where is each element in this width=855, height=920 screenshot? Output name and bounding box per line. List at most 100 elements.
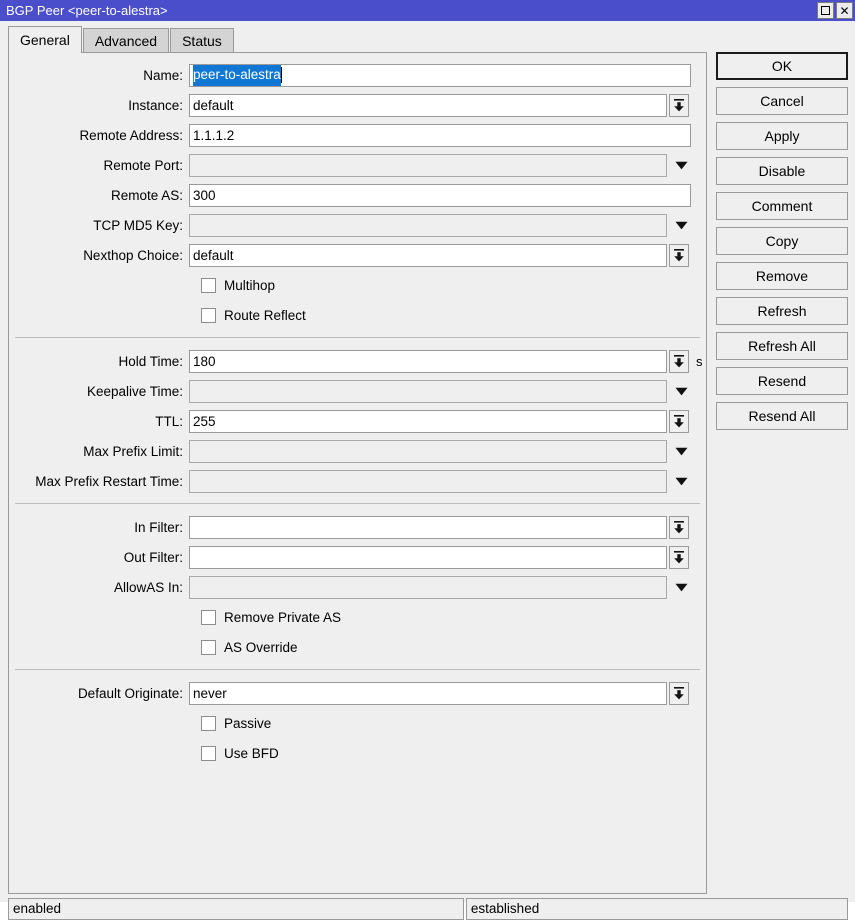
spinner-icon-out-filter[interactable]: [669, 546, 689, 569]
input-ttl[interactable]: 255: [189, 410, 667, 433]
checkbox-remove-private-as[interactable]: [201, 610, 216, 625]
window-titlebar: BGP Peer <peer-to-alestra> ✕: [0, 0, 855, 21]
field-row-name: Name: peer-to-alestra: [9, 62, 706, 88]
field-row-max-prefix-limit: Max Prefix Limit:: [9, 438, 706, 464]
label-ttl: TTL:: [9, 414, 189, 429]
checkbox-as-override[interactable]: [201, 640, 216, 655]
checkbox-row-as-override[interactable]: AS Override: [9, 634, 706, 660]
spinner-icon-nexthop-choice[interactable]: [669, 244, 689, 267]
resend-button[interactable]: Resend: [716, 367, 848, 395]
spinner-icon-instance[interactable]: [669, 94, 689, 117]
input-allowas-in: [189, 576, 667, 599]
resend-all-button[interactable]: Resend All: [716, 402, 848, 430]
unit-label-hold-time: s: [696, 354, 703, 369]
label-name: Name:: [9, 68, 189, 83]
remove-button[interactable]: Remove: [716, 262, 848, 290]
status-session-state: established: [466, 898, 848, 920]
input-in-filter[interactable]: [189, 516, 667, 539]
checkbox-label-use-bfd: Use BFD: [224, 746, 279, 761]
checkbox-label-route-reflect: Route Reflect: [224, 308, 306, 323]
chevron-down-icon-max-prefix-restart-time[interactable]: [669, 470, 693, 493]
chevron-down-icon-max-prefix-limit[interactable]: [669, 440, 693, 463]
field-row-remote-as: Remote AS:300: [9, 182, 706, 208]
spinner-icon-hold-time[interactable]: [669, 350, 689, 373]
label-remote-as: Remote AS:: [9, 188, 189, 203]
input-out-filter[interactable]: [189, 546, 667, 569]
label-remote-address: Remote Address:: [9, 128, 189, 143]
input-remote-as[interactable]: 300: [189, 184, 691, 207]
tab-general[interactable]: General: [8, 26, 82, 53]
chevron-down-icon-tcp-md5-key[interactable]: [669, 214, 693, 237]
input-default-originate[interactable]: never: [189, 682, 667, 705]
apply-button[interactable]: Apply: [716, 122, 848, 150]
input-max-prefix-limit: [189, 440, 667, 463]
checkbox-multihop[interactable]: [201, 278, 216, 293]
comment-button[interactable]: Comment: [716, 192, 848, 220]
checkbox-row-multihop[interactable]: Multihop: [9, 272, 706, 298]
window-controls: ✕: [817, 2, 853, 19]
section-separator: [15, 337, 700, 338]
tab-status[interactable]: Status: [170, 28, 234, 53]
label-tcp-md5-key: TCP MD5 Key:: [9, 218, 189, 233]
checkbox-row-passive[interactable]: Passive: [9, 710, 706, 736]
field-row-default-originate: Default Originate: never: [9, 680, 706, 706]
tab-advanced[interactable]: Advanced: [83, 28, 169, 53]
chevron-down-icon-allowas-in[interactable]: [669, 576, 693, 599]
label-max-prefix-limit: Max Prefix Limit:: [9, 444, 189, 459]
input-value-instance: default: [193, 95, 234, 116]
tab-bar: GeneralAdvancedStatus: [8, 26, 235, 53]
input-value-default-originate: never: [193, 683, 227, 704]
label-allowas-in: AllowAS In:: [9, 580, 189, 595]
chevron-down-icon-remote-port[interactable]: [669, 154, 693, 177]
checkbox-row-use-bfd[interactable]: Use BFD: [9, 740, 706, 766]
general-tab-panel: Name: peer-to-alestra Instance:default Remo…: [8, 52, 707, 894]
status-enabled-state: enabled: [8, 898, 464, 920]
chevron-down-icon-keepalive-time[interactable]: [669, 380, 693, 403]
checkbox-row-route-reflect[interactable]: Route Reflect: [9, 302, 706, 328]
label-default-originate: Default Originate:: [9, 686, 189, 701]
spinner-icon-ttl[interactable]: [669, 410, 689, 433]
disable-button[interactable]: Disable: [716, 157, 848, 185]
label-remote-port: Remote Port:: [9, 158, 189, 173]
ok-button[interactable]: OK: [716, 52, 848, 80]
field-row-remote-address: Remote Address:1.1.1.2: [9, 122, 706, 148]
input-instance[interactable]: default: [189, 94, 667, 117]
input-nexthop-choice[interactable]: default: [189, 244, 667, 267]
cancel-button[interactable]: Cancel: [716, 87, 848, 115]
checkbox-route-reflect[interactable]: [201, 308, 216, 323]
checkbox-row-remove-private-as[interactable]: Remove Private AS: [9, 604, 706, 630]
field-row-instance: Instance:default: [9, 92, 706, 118]
field-row-ttl: TTL: 255: [9, 408, 706, 434]
status-bar: enabled established: [8, 898, 848, 920]
field-row-max-prefix-restart-time: Max Prefix Restart Time:: [9, 468, 706, 494]
field-row-hold-time: Hold Time:180s: [9, 348, 706, 374]
input-keepalive-time: [189, 380, 667, 403]
input-hold-time[interactable]: 180: [189, 350, 667, 373]
checkbox-use-bfd[interactable]: [201, 746, 216, 761]
field-row-remote-port: Remote Port:: [9, 152, 706, 178]
checkbox-label-passive: Passive: [224, 716, 271, 731]
close-icon[interactable]: ✕: [836, 2, 853, 19]
field-row-allowas-in: AllowAS In:: [9, 574, 706, 600]
checkbox-label-multihop: Multihop: [224, 278, 275, 293]
spinner-icon-default-originate[interactable]: [669, 682, 689, 705]
label-keepalive-time: Keepalive Time:: [9, 384, 189, 399]
spinner-icon-in-filter[interactable]: [669, 516, 689, 539]
field-row-tcp-md5-key: TCP MD5 Key:: [9, 212, 706, 238]
copy-button[interactable]: Copy: [716, 227, 848, 255]
label-in-filter: In Filter:: [9, 520, 189, 535]
window-title: BGP Peer <peer-to-alestra>: [6, 0, 168, 21]
input-value-ttl: 255: [193, 411, 216, 432]
refresh-button[interactable]: Refresh: [716, 297, 848, 325]
selected-text: peer-to-alestra: [193, 64, 281, 87]
maximize-icon[interactable]: [817, 2, 834, 19]
action-button-column: OK Cancel Apply Disable Comment Copy Remove Ref…: [716, 52, 848, 437]
input-name[interactable]: peer-to-alestra: [189, 64, 691, 87]
input-value-nexthop-choice: default: [193, 245, 234, 266]
checkbox-passive[interactable]: [201, 716, 216, 731]
refresh-all-button[interactable]: Refresh All: [716, 332, 848, 360]
input-remote-address[interactable]: 1.1.1.2: [189, 124, 691, 147]
input-remote-port: [189, 154, 667, 177]
checkbox-label-as-override: AS Override: [224, 640, 298, 655]
label-nexthop-choice: Nexthop Choice:: [9, 248, 189, 263]
